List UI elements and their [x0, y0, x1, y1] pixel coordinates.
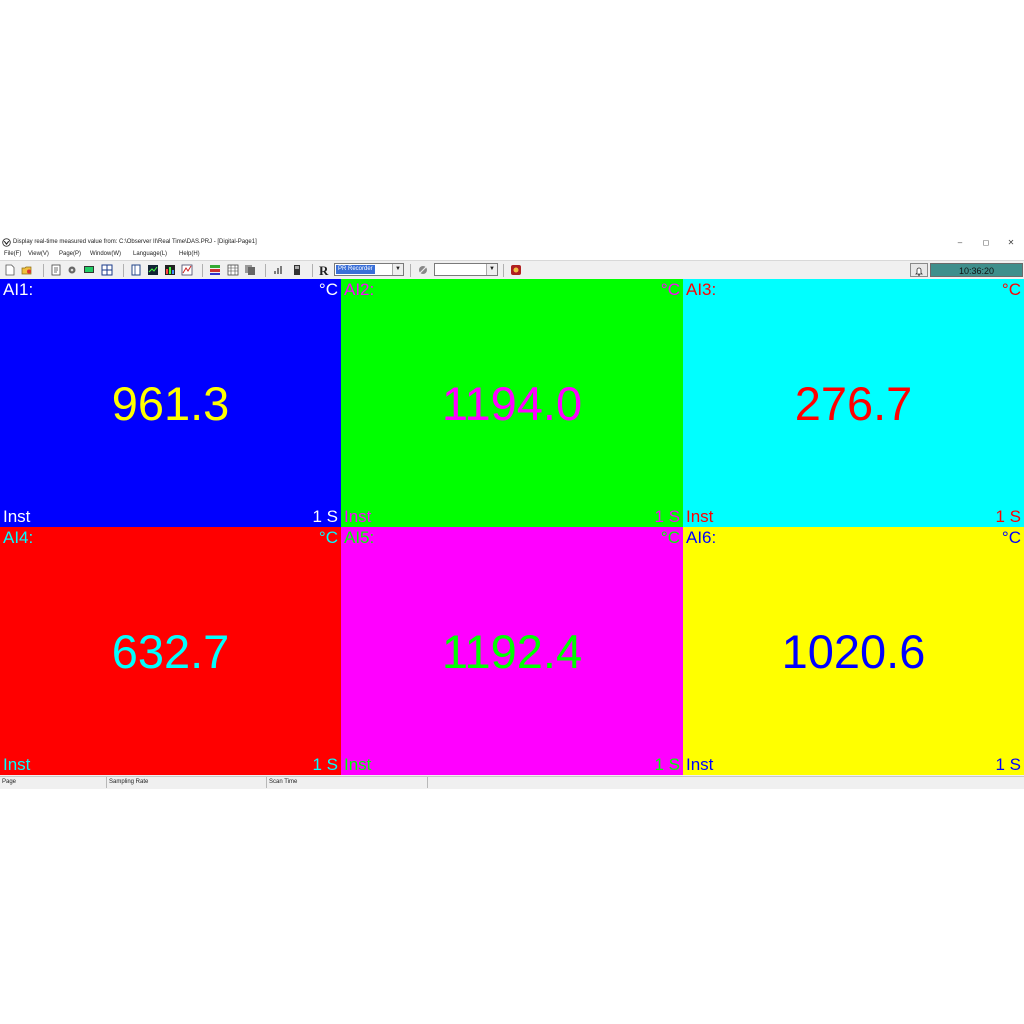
channel-mode: Inst: [344, 755, 372, 774]
minimize-button[interactable]: –: [950, 236, 970, 249]
channel-unit: °C: [660, 280, 680, 299]
recorder-select[interactable]: PR Recorder ▼: [334, 263, 404, 276]
channel-value: 276.7: [794, 377, 913, 430]
new-icon[interactable]: [4, 264, 16, 276]
channel-rate: 1 S: [654, 755, 680, 774]
toolbar-separator: [410, 264, 411, 277]
menu-view[interactable]: View(V): [28, 249, 49, 260]
page-icon[interactable]: [130, 264, 142, 276]
alarm-button[interactable]: [910, 263, 928, 277]
app-logo-icon: [2, 238, 11, 247]
channel-mode: Inst: [3, 507, 31, 526]
maximize-button[interactable]: ◻: [976, 236, 996, 249]
menu-file[interactable]: File(F): [4, 249, 21, 260]
channel-unit: °C: [318, 280, 338, 299]
secondary-select[interactable]: ▼: [434, 263, 498, 276]
channel-mode: Inst: [686, 755, 714, 774]
channel-panel-ai4[interactable]: AI4: °C 632.7 Inst 1 S: [0, 527, 341, 775]
channel-name: AI6:: [686, 528, 717, 547]
channel-name: AI3:: [686, 280, 717, 299]
channel-unit: °C: [1001, 280, 1021, 299]
channel-value: 1192.4: [441, 625, 583, 678]
table-icon[interactable]: [227, 264, 239, 276]
toolbar-separator: [202, 264, 203, 277]
channel-value: 1020.6: [781, 625, 926, 678]
bar-icon[interactable]: [164, 264, 176, 276]
status-extra: [428, 777, 1024, 788]
channel-unit: °C: [1001, 528, 1021, 547]
open-icon[interactable]: [21, 264, 33, 276]
channel-mode: Inst: [686, 507, 714, 526]
window-title: Display real-time measured value from: C…: [13, 239, 257, 245]
title-bar: Display real-time measured value from: C…: [0, 236, 1024, 249]
menu-bar: File(F) View(V) Page(P) Window(W) Langua…: [0, 249, 1024, 260]
menu-window[interactable]: Window(W): [90, 249, 121, 260]
status-scan-time: Scan Time: [267, 777, 428, 788]
app-window: Display real-time measured value from: C…: [0, 236, 1024, 789]
menu-language[interactable]: Language(L): [133, 249, 167, 260]
clock-display: 10:36:20: [930, 263, 1023, 277]
channel-unit: °C: [318, 528, 338, 547]
export-icon[interactable]: [510, 264, 522, 276]
recorder-r-label: R: [319, 263, 329, 278]
channel-value: 1194.0: [441, 377, 583, 430]
toolbar-separator: [123, 264, 124, 277]
signal-icon[interactable]: [273, 264, 285, 276]
trend-icon[interactable]: [147, 264, 159, 276]
close-button[interactable]: ✕: [1001, 236, 1021, 249]
status-bar: Page Sampling Rate Scan Time: [0, 776, 1024, 789]
print-icon[interactable]: [50, 264, 62, 276]
layout-icon[interactable]: [101, 264, 113, 276]
chevron-down-icon[interactable]: ▼: [486, 264, 497, 275]
monitor-icon[interactable]: [83, 264, 95, 276]
channel-mode: Inst: [344, 507, 372, 526]
toolbar-separator: [312, 264, 313, 277]
channel-mode: Inst: [3, 755, 31, 774]
toolbar-separator: [503, 264, 504, 277]
channel-value: 632.7: [111, 625, 230, 678]
channel-value: 961.3: [111, 377, 230, 430]
channel-name: AI2:: [344, 280, 375, 299]
channel-rate: 1 S: [995, 507, 1021, 526]
toolbar: R PR Recorder ▼ ▼ 10:36:20: [0, 260, 1024, 281]
digital-display-grid: AI1: °C 961.3 Inst 1 S AI2: °C 1194.0 In…: [0, 279, 1024, 775]
menu-help[interactable]: Help(H): [179, 249, 200, 260]
tool-icon[interactable]: [417, 264, 429, 276]
channel-name: AI5:: [344, 528, 375, 547]
channel-panel-ai3[interactable]: AI3: °C 276.7 Inst 1 S: [683, 279, 1024, 527]
channel-name: AI4:: [3, 528, 34, 547]
chevron-down-icon[interactable]: ▼: [392, 264, 403, 275]
settings-icon[interactable]: [66, 264, 78, 276]
device-icon[interactable]: [291, 264, 303, 276]
toolbar-separator: [265, 264, 266, 277]
channel-panel-ai1[interactable]: AI1: °C 961.3 Inst 1 S: [0, 279, 341, 527]
bell-icon: [915, 267, 923, 276]
channel-rate: 1 S: [654, 507, 680, 526]
channel-rate: 1 S: [312, 755, 338, 774]
recorder-select-value: PR Recorder: [336, 265, 375, 274]
channel-panel-ai5[interactable]: AI5: °C 1192.4 Inst 1 S: [341, 527, 683, 775]
channel-rate: 1 S: [312, 507, 338, 526]
channel-panel-ai6[interactable]: AI6: °C 1020.6 Inst 1 S: [683, 527, 1024, 775]
channel-rate: 1 S: [995, 755, 1021, 774]
channel-name: AI1:: [3, 280, 34, 299]
copy-icon[interactable]: [244, 264, 256, 276]
status-sampling-rate: Sampling Rate: [107, 777, 267, 788]
digital-icon[interactable]: [209, 264, 221, 276]
status-page: Page: [0, 777, 107, 788]
channel-unit: °C: [660, 528, 680, 547]
menu-page[interactable]: Page(P): [59, 249, 81, 260]
chart-icon[interactable]: [181, 264, 193, 276]
channel-panel-ai2[interactable]: AI2: °C 1194.0 Inst 1 S: [341, 279, 683, 527]
toolbar-separator: [43, 264, 44, 277]
